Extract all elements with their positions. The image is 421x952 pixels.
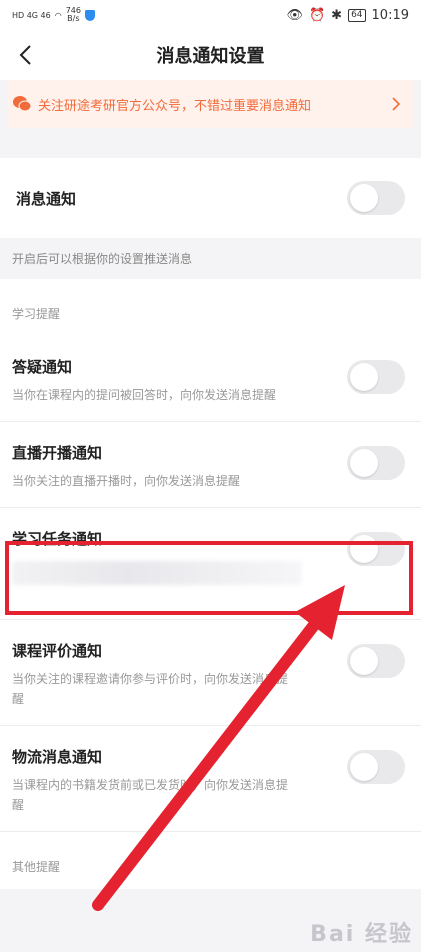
logistics-notification-desc: 当课程内的书籍发货前或已发货时，向你发送消息提醒: [12, 778, 289, 812]
eye-icon: 👁: [286, 7, 303, 23]
live-notification-desc: 当你关注的直播开播时，向你发送消息提醒: [12, 474, 241, 488]
back-arrow-icon[interactable]: [16, 44, 38, 66]
battery-indicator: 64: [348, 8, 366, 22]
signal-indicators: HD 4G 46: [12, 10, 51, 20]
course-review-notification-toggle[interactable]: [347, 644, 405, 678]
logistics-notification-row: 物流消息通知 当课程内的书籍发货前或已发货时，向你发送消息提醒: [0, 726, 421, 832]
course-review-notification-row: 课程评价通知 当你关注的课程邀请你参与评价时，向你发送消息提醒: [0, 620, 421, 726]
course-review-notification-desc: 当你关注的课程邀请你参与评价时，向你发送消息提醒: [12, 672, 289, 706]
live-notification-row: 直播开播通知 当你关注的直播开播时，向你发送消息提醒: [0, 422, 421, 508]
qa-notification-row: 答疑通知 当你在课程内的提问被回答时，向你发送消息提醒: [0, 336, 421, 422]
net-speed: 746 B/s: [65, 6, 81, 23]
live-notification-toggle[interactable]: [347, 446, 405, 480]
chevron-right-icon: [392, 97, 401, 111]
qa-notification-toggle[interactable]: [347, 360, 405, 394]
wechat-notice-banner[interactable]: 关注研途考研官方公众号，不错过重要消息通知: [8, 80, 413, 128]
study-task-notification-row: 学习任务通知: [0, 508, 421, 620]
bluetooth-icon: ✱: [331, 7, 343, 23]
status-bar: HD 4G 46 ◠ 746 B/s 👁 ⏰ ✱ 64 10:19: [0, 0, 421, 30]
status-left: HD 4G 46 ◠ 746 B/s: [12, 7, 95, 23]
master-notification-title: 消息通知: [16, 189, 77, 208]
wechat-icon: [13, 96, 32, 112]
blurred-description: [12, 561, 302, 585]
page-title: 消息通知设置: [156, 46, 265, 67]
study-task-notification-toggle[interactable]: [347, 532, 405, 566]
status-right: 👁 ⏰ ✱ 64 10:19: [286, 8, 409, 23]
logistics-notification-toggle[interactable]: [347, 750, 405, 784]
master-notification-toggle[interactable]: [347, 181, 405, 215]
qa-notification-desc: 当你在课程内的提问被回答时，向你发送消息提醒: [12, 388, 277, 402]
section-label-other: 其他提醒: [0, 832, 421, 889]
watermark: Bai 经验: [310, 922, 413, 947]
nav-bar: 消息通知设置: [0, 30, 421, 80]
shield-icon: [85, 9, 95, 21]
master-notification-row: 消息通知: [0, 158, 421, 238]
alarm-icon: ⏰: [308, 7, 326, 23]
notice-text: 关注研途考研官方公众号，不错过重要消息通知: [38, 98, 312, 114]
master-notification-hint: 开启后可以根据你的设置推送消息: [0, 238, 421, 279]
clock: 10:19: [371, 7, 409, 23]
section-label-study: 学习提醒: [0, 279, 421, 336]
wifi-icon: ◠: [54, 10, 62, 20]
